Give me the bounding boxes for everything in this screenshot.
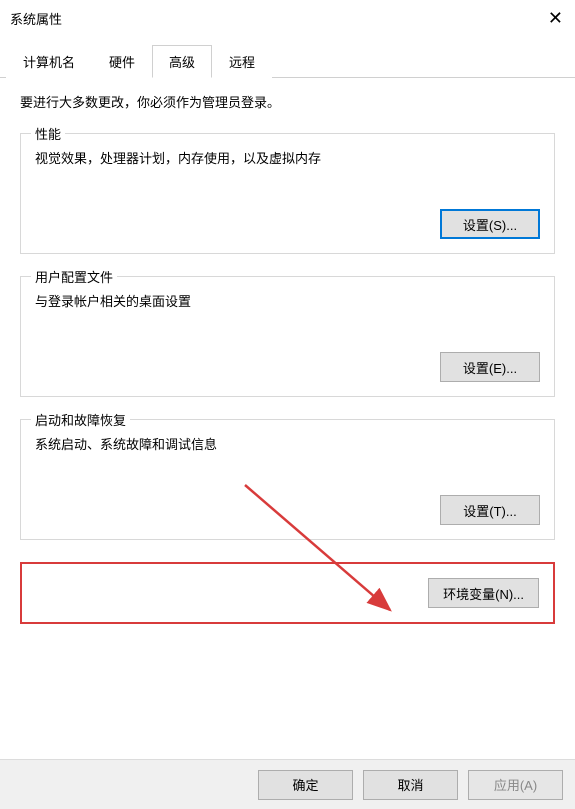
env-vars-highlight-box: 环境变量(N)... <box>20 562 555 624</box>
groupbox-user-profiles-title: 用户配置文件 <box>31 267 117 286</box>
dialog-footer: 确定 取消 应用(A) <box>0 759 575 809</box>
tab-computer-name[interactable]: 计算机名 <box>6 45 92 78</box>
groupbox-performance-title: 性能 <box>31 124 65 143</box>
tab-advanced[interactable]: 高级 <box>152 45 212 78</box>
groupbox-user-profiles: 用户配置文件 与登录帐户相关的桌面设置 设置(E)... <box>20 276 555 397</box>
tab-strip: 计算机名 硬件 高级 远程 <box>0 44 575 78</box>
apply-button[interactable]: 应用(A) <box>468 770 563 800</box>
admin-note: 要进行大多数更改，你必须作为管理员登录。 <box>20 92 555 111</box>
window-title: 系统属性 <box>10 9 62 28</box>
cancel-button[interactable]: 取消 <box>363 770 458 800</box>
groupbox-startup-recovery-title: 启动和故障恢复 <box>31 410 130 429</box>
titlebar: 系统属性 ✕ <box>0 0 575 36</box>
ok-button[interactable]: 确定 <box>258 770 353 800</box>
environment-variables-button[interactable]: 环境变量(N)... <box>428 578 539 608</box>
groupbox-performance: 性能 视觉效果，处理器计划，内存使用，以及虚拟内存 设置(S)... <box>20 133 555 254</box>
close-icon[interactable]: ✕ <box>548 8 563 29</box>
tab-remote[interactable]: 远程 <box>212 45 272 78</box>
groupbox-performance-desc: 视觉效果，处理器计划，内存使用，以及虚拟内存 <box>35 148 540 167</box>
groupbox-user-profiles-desc: 与登录帐户相关的桌面设置 <box>35 291 540 310</box>
tab-hardware[interactable]: 硬件 <box>92 45 152 78</box>
groupbox-startup-recovery-desc: 系统启动、系统故障和调试信息 <box>35 434 540 453</box>
performance-settings-button[interactable]: 设置(S)... <box>440 209 540 239</box>
groupbox-startup-recovery: 启动和故障恢复 系统启动、系统故障和调试信息 设置(T)... <box>20 419 555 540</box>
startup-recovery-settings-button[interactable]: 设置(T)... <box>440 495 540 525</box>
user-profiles-settings-button[interactable]: 设置(E)... <box>440 352 540 382</box>
tab-content-advanced: 要进行大多数更改，你必须作为管理员登录。 性能 视觉效果，处理器计划，内存使用，… <box>0 78 575 654</box>
